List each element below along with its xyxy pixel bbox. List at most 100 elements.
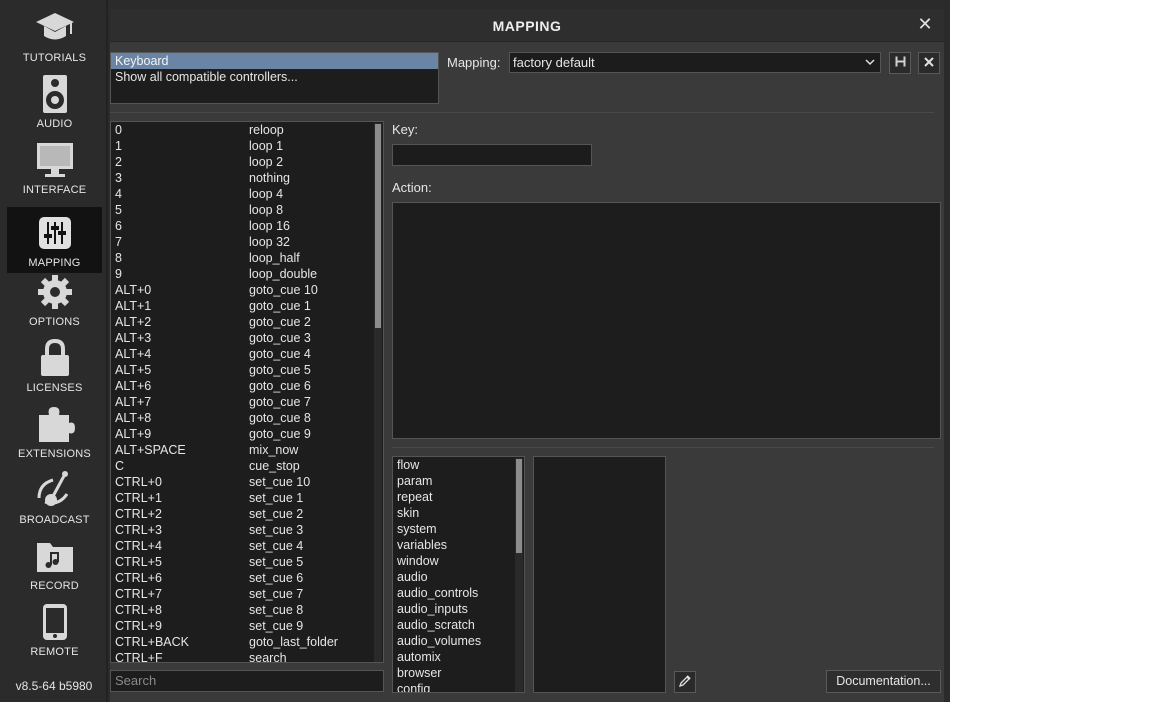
category-list-scrollbar[interactable] <box>515 458 523 692</box>
close-icon[interactable]: ✕ <box>916 15 934 33</box>
list-item[interactable]: flow <box>393 457 524 473</box>
save-mapping-button[interactable] <box>889 52 911 74</box>
table-row[interactable]: CTRL+8 set_cue 8 <box>111 602 383 618</box>
action-cell: set_cue 4 <box>249 539 304 553</box>
music-folder-icon <box>35 536 75 576</box>
table-row[interactable]: ALT+5 goto_cue 5 <box>111 362 383 378</box>
sidebar-item-broadcast[interactable]: BROADCAST <box>7 464 102 530</box>
table-row[interactable]: CTRL+9 set_cue 9 <box>111 618 383 634</box>
table-row[interactable]: ALT+8 goto_cue 8 <box>111 410 383 426</box>
device-item-show-all[interactable]: Show all compatible controllers... <box>111 69 438 85</box>
key-field[interactable] <box>392 144 592 166</box>
list-item[interactable]: audio <box>393 569 524 585</box>
key-cell: 9 <box>115 267 122 281</box>
list-item[interactable]: browser <box>393 665 524 681</box>
scrollbar-thumb[interactable] <box>375 124 381 328</box>
list-item[interactable]: variables <box>393 537 524 553</box>
table-row[interactable]: CTRL+3 set_cue 3 <box>111 522 383 538</box>
action-cell: reloop <box>249 123 284 137</box>
key-cell: ALT+0 <box>115 283 152 297</box>
action-cell: nothing <box>249 171 291 185</box>
eyedropper-button[interactable] <box>674 671 696 693</box>
list-item[interactable]: window <box>393 553 524 569</box>
list-item[interactable]: audio_scratch <box>393 617 524 633</box>
table-row[interactable]: CTRL+0 set_cue 10 <box>111 474 383 490</box>
sidebar-item-extensions[interactable]: EXTENSIONS <box>7 398 102 464</box>
sidebar-item-licenses[interactable]: LICENSES <box>7 332 102 398</box>
table-row[interactable]: 8 loop_half <box>111 250 383 266</box>
table-row[interactable]: 9 loop_double <box>111 266 383 282</box>
list-item[interactable]: audio_volumes <box>393 633 524 649</box>
floppy-disk-icon <box>895 56 906 70</box>
table-row[interactable]: CTRL+F search <box>111 650 383 663</box>
table-row[interactable]: 6 loop 16 <box>111 218 383 234</box>
scrollbar-thumb[interactable] <box>516 459 522 553</box>
action-cell: goto_cue 6 <box>249 379 311 393</box>
key-list-scrollbar[interactable] <box>374 123 382 662</box>
close-icon <box>924 56 934 70</box>
action-category-list[interactable]: flow param repeat skin system variables window… <box>392 456 525 693</box>
list-item[interactable]: skin <box>393 505 524 521</box>
list-item[interactable]: automix <box>393 649 524 665</box>
table-row[interactable]: CTRL+2 set_cue 2 <box>111 506 383 522</box>
table-row[interactable]: ALT+7 goto_cue 7 <box>111 394 383 410</box>
action-cell: goto_cue 5 <box>249 363 311 377</box>
phone-icon <box>35 602 75 642</box>
list-item[interactable]: param <box>393 473 524 489</box>
action-sublist[interactable] <box>533 456 666 693</box>
list-item[interactable]: system <box>393 521 524 537</box>
action-editor[interactable] <box>392 202 941 439</box>
documentation-button[interactable]: Documentation... <box>826 670 941 693</box>
table-row[interactable]: ALT+6 goto_cue 6 <box>111 378 383 394</box>
table-row[interactable]: CTRL+1 set_cue 1 <box>111 490 383 506</box>
sidebar-item-audio[interactable]: AUDIO <box>7 68 102 134</box>
table-row[interactable]: CTRL+BACK goto_last_folder <box>111 634 383 650</box>
table-row[interactable]: 0 reloop <box>111 122 383 138</box>
sidebar-item-mapping[interactable]: MAPPING <box>7 207 102 273</box>
table-row[interactable]: CTRL+4 set_cue 4 <box>111 538 383 554</box>
action-cell: cue_stop <box>249 459 300 473</box>
list-item[interactable]: audio_inputs <box>393 601 524 617</box>
table-row[interactable]: Ccue_stop <box>111 458 383 474</box>
sidebar-item-tutorials[interactable]: TUTORIALS <box>7 2 102 68</box>
table-row[interactable]: ALT+3 goto_cue 3 <box>111 330 383 346</box>
table-row[interactable]: ALT+0 goto_cue 10 <box>111 282 383 298</box>
action-cell: search <box>249 651 287 663</box>
table-row[interactable]: CTRL+6 set_cue 6 <box>111 570 383 586</box>
table-row[interactable]: ALT+4 goto_cue 4 <box>111 346 383 362</box>
table-row[interactable]: ALT+9 goto_cue 9 <box>111 426 383 442</box>
action-cell: set_cue 6 <box>249 571 304 585</box>
action-cell: goto_cue 9 <box>249 427 311 441</box>
sidebar-item-remote[interactable]: REMOTE <box>7 596 102 662</box>
sidebar-item-interface[interactable]: INTERFACE <box>7 134 102 200</box>
table-row[interactable]: 7 loop 32 <box>111 234 383 250</box>
table-row[interactable]: CTRL+5 set_cue 5 <box>111 554 383 570</box>
list-item[interactable]: repeat <box>393 489 524 505</box>
sliders-icon <box>35 213 75 253</box>
action-cell: goto_last_folder <box>249 635 338 649</box>
table-row[interactable]: 4 loop 4 <box>111 186 383 202</box>
table-row[interactable]: ALT+1 goto_cue 1 <box>111 298 383 314</box>
table-row[interactable]: 1 loop 1 <box>111 138 383 154</box>
sidebar-item-options[interactable]: OPTIONS <box>7 266 102 332</box>
device-list: Keyboard Show all compatible controllers… <box>110 52 439 104</box>
search-input[interactable]: Search <box>110 670 384 692</box>
table-row[interactable]: ALT+2 goto_cue 2 <box>111 314 383 330</box>
table-row[interactable]: 3 nothing <box>111 170 383 186</box>
table-row[interactable]: ALT+SPACE mix_now <box>111 442 383 458</box>
title-bar: MAPPING ✕ <box>110 9 944 42</box>
list-item[interactable]: config <box>393 681 524 692</box>
sidebar-item-label: INTERFACE <box>22 184 87 196</box>
sidebar-item-record[interactable]: RECORD <box>7 530 102 596</box>
key-cell: ALT+SPACE <box>115 443 186 457</box>
mapping-select[interactable]: factory default <box>509 52 881 73</box>
key-cell: CTRL+1 <box>115 491 162 505</box>
table-row[interactable]: 5 loop 8 <box>111 202 383 218</box>
device-item-keyboard[interactable]: Keyboard <box>111 53 438 69</box>
list-item[interactable]: audio_controls <box>393 585 524 601</box>
table-row[interactable]: 2 loop 2 <box>111 154 383 170</box>
table-row[interactable]: CTRL+7 set_cue 7 <box>111 586 383 602</box>
delete-mapping-button[interactable] <box>918 52 940 74</box>
sidebar-item-label: RECORD <box>30 580 79 592</box>
key-mapping-list[interactable]: 0 reloop 1 loop 1 2 loop 2 3 nothing 4 loop 4 5 loo… <box>110 121 384 663</box>
